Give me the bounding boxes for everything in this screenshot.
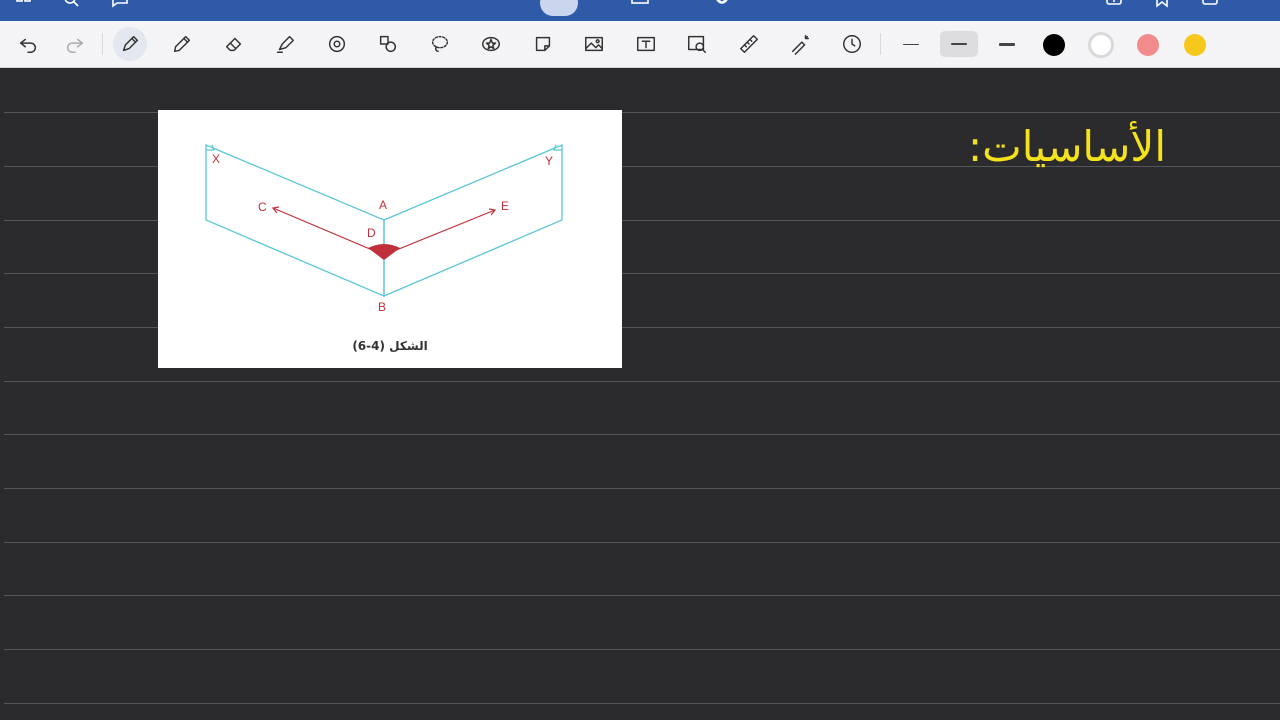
color-pink-swatch[interactable] xyxy=(1137,34,1159,56)
shape-icon[interactable] xyxy=(323,30,351,58)
top-bar xyxy=(0,0,1280,21)
ruled-line xyxy=(4,488,1280,489)
ruled-line xyxy=(4,595,1280,596)
search-icon[interactable] xyxy=(62,0,82,10)
image-icon[interactable] xyxy=(580,30,608,58)
text-icon[interactable] xyxy=(632,30,660,58)
pen-mode-icon[interactable] xyxy=(540,0,578,16)
dihedral-angle-wedge xyxy=(368,244,400,260)
ruled-line xyxy=(4,703,1280,704)
stroke-medium-button[interactable] xyxy=(940,31,978,57)
scan-icon[interactable] xyxy=(683,30,711,58)
add-page-icon[interactable] xyxy=(1104,0,1124,10)
pencil-icon[interactable] xyxy=(168,30,196,58)
bookmark-icon[interactable] xyxy=(1152,0,1172,10)
ruled-line xyxy=(4,381,1280,382)
color-yellow-swatch[interactable] xyxy=(1184,34,1206,56)
left-plane xyxy=(205,144,385,297)
elements-icon[interactable] xyxy=(374,30,402,58)
dihedral-angle-figure[interactable]: X Y A B C D E الشكل (4-6) xyxy=(158,110,622,368)
comment-icon[interactable] xyxy=(110,0,130,10)
label-x: X xyxy=(212,152,220,166)
label-y: Y xyxy=(545,154,553,168)
star-icon[interactable] xyxy=(477,30,505,58)
ruled-line xyxy=(4,649,1280,650)
sticker-icon[interactable] xyxy=(529,30,557,58)
redo-icon[interactable] xyxy=(61,30,89,58)
eraser-icon[interactable] xyxy=(220,30,248,58)
stroke-thin-button[interactable] xyxy=(892,31,930,57)
microphone-icon[interactable] xyxy=(712,0,732,10)
label-d: D xyxy=(367,226,376,240)
lasso-icon[interactable] xyxy=(426,30,454,58)
ruled-line xyxy=(4,542,1280,543)
toolbar-separator xyxy=(880,33,881,55)
highlighter-icon[interactable] xyxy=(271,30,299,58)
share-icon[interactable] xyxy=(1200,0,1220,10)
arrow-de xyxy=(383,209,496,256)
laser-pointer-icon[interactable] xyxy=(786,30,814,58)
label-e: E xyxy=(501,199,509,213)
stroke-thick-button[interactable] xyxy=(988,31,1026,57)
drawing-toolbar xyxy=(0,21,1280,68)
color-white-swatch[interactable] xyxy=(1088,32,1114,58)
ruled-line xyxy=(4,434,1280,435)
pen-icon[interactable] xyxy=(113,27,147,61)
presentation-icon[interactable] xyxy=(630,0,650,10)
ruler-icon[interactable] xyxy=(735,30,763,58)
label-b: B xyxy=(378,300,386,314)
figure-caption: الشكل (4-6) xyxy=(352,339,428,353)
grid-icon[interactable] xyxy=(14,0,34,10)
label-c: C xyxy=(258,200,267,214)
timer-icon[interactable] xyxy=(838,30,866,58)
toolbar-separator xyxy=(102,33,103,55)
undo-icon[interactable] xyxy=(14,30,42,58)
label-a: A xyxy=(379,198,387,212)
right-plane xyxy=(383,144,563,297)
color-black-swatch[interactable] xyxy=(1043,34,1065,56)
page-heading: الأساسيات: xyxy=(968,122,1166,171)
figure-drawing: X Y A B C D E xyxy=(205,144,563,314)
